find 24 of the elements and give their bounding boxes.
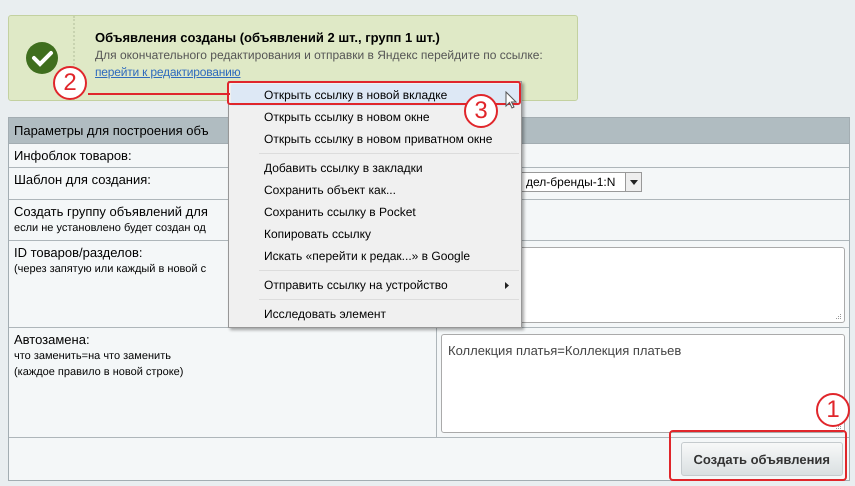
- create-ads-button[interactable]: Создать объявления: [680, 442, 843, 476]
- submenu-arrow-icon: [505, 282, 509, 289]
- field-hint: (каждое правило в новой строке): [14, 365, 184, 380]
- field-label: Инфоблок товаров:: [14, 148, 132, 164]
- field-hint: если не установлено будет создан од: [14, 221, 206, 236]
- notice-title: Объявления созданы (объявлений 2 шт., групп 1 шт.): [95, 29, 441, 47]
- field-label: Автозамена:: [14, 332, 90, 348]
- menu-item[interactable]: Копировать ссылку: [231, 223, 377, 245]
- menu-item[interactable]: Сохранить объект как...: [231, 179, 402, 201]
- notice-text: Для окончательного редактирования и отправки в Яндекс перейдите по ссылке:: [95, 47, 543, 63]
- field-label: Создать группу объявлений для: [14, 204, 208, 220]
- edit-link[interactable]: перейти к редактированию: [95, 65, 240, 80]
- menu-item[interactable]: Сохранить ссылку в Pocket: [231, 201, 422, 223]
- cursor-icon: [505, 91, 517, 109]
- menu-item[interactable]: Исследовать элемент: [231, 303, 392, 325]
- field-hint: (через запятую или каждый в новой с: [14, 262, 206, 277]
- menu-item[interactable]: Отправить ссылку на устройство: [231, 274, 519, 296]
- field-hint: что заменить=на что заменить: [14, 349, 171, 364]
- checkmark-icon: [25, 41, 59, 75]
- field-label: Шаблон для создания:: [14, 172, 151, 188]
- field-label: ID товаров/разделов:: [14, 245, 142, 261]
- menu-item[interactable]: Искать «перейти к редак...» в Google: [231, 245, 476, 267]
- dropdown-arrow-icon: [630, 180, 638, 184]
- menu-item[interactable]: Добавить ссылку в закладки: [231, 157, 429, 179]
